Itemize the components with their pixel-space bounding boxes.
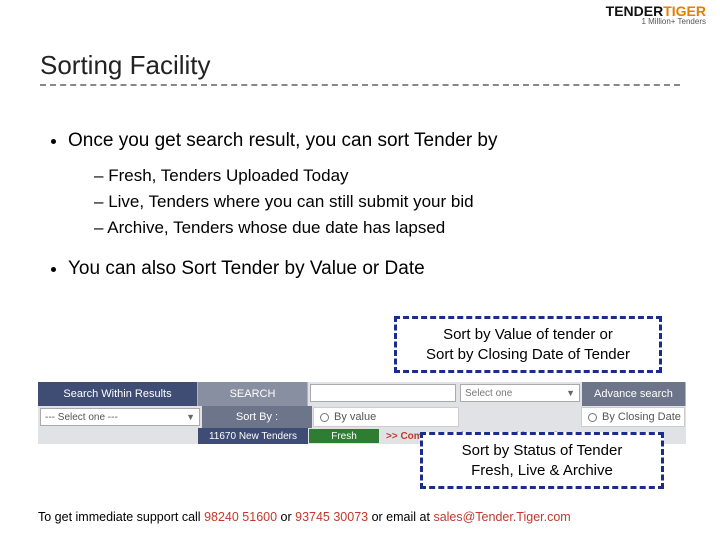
sort-by-value-radio[interactable]: By value xyxy=(313,407,459,427)
footer-or2: or email at xyxy=(368,510,433,524)
callout2-line1: Sort by Status of Tender xyxy=(433,441,651,461)
by-closing-label: By Closing Date xyxy=(602,411,681,423)
brand-logo: TENDERTIGER 1 Million+ Tenders xyxy=(606,4,706,26)
radio-icon xyxy=(320,413,329,422)
footer-support: To get immediate support call 98240 5160… xyxy=(38,510,690,524)
callout-sort-value-date: Sort by Value of tender or Sort by Closi… xyxy=(394,316,662,373)
callout2-line2: Fresh, Live & Archive xyxy=(433,461,651,481)
chevron-down-icon: ▼ xyxy=(186,412,195,422)
title-divider xyxy=(40,84,680,86)
sub-bullet-fresh: Fresh, Tenders Uploaded Today xyxy=(94,166,680,186)
category-select-placeholder: Select one xyxy=(465,388,512,399)
filter-select[interactable]: --- Select one --- ▼ xyxy=(40,408,200,426)
fresh-tab[interactable]: Fresh xyxy=(309,429,379,443)
logo-tagline: 1 Million+ Tenders xyxy=(606,18,706,26)
sub-bullet-archive: Archive, Tenders whose due date has laps… xyxy=(94,218,680,238)
radio-icon xyxy=(588,413,597,422)
phone-1: 98240 51600 xyxy=(204,510,277,524)
footer-pre: To get immediate support call xyxy=(38,510,204,524)
advance-search-link[interactable]: Advance search xyxy=(582,382,686,406)
callout1-line1: Sort by Value of tender or xyxy=(407,325,649,345)
sort-by-closing-date-radio[interactable]: By Closing Date xyxy=(581,407,685,427)
callout-sort-status: Sort by Status of Tender Fresh, Live & A… xyxy=(420,432,664,489)
filter-select-placeholder: --- Select one --- xyxy=(45,412,118,423)
bullet-1-text: Once you get search result, you can sort… xyxy=(68,130,498,151)
tender-count-badge: 11670 New Tenders xyxy=(198,428,308,444)
support-email[interactable]: sales@Tender.Tiger.com xyxy=(433,510,570,524)
phone-2: 93745 30073 xyxy=(295,510,368,524)
main-content: Once you get search result, you can sort… xyxy=(60,130,680,286)
search-label: SEARCH xyxy=(198,382,308,406)
bullet-1: Once you get search result, you can sort… xyxy=(68,130,680,238)
search-within-results-tab[interactable]: Search Within Results xyxy=(38,382,198,406)
sort-by-label: Sort By : xyxy=(202,406,312,428)
chevron-down-icon: ▼ xyxy=(566,388,575,398)
footer-or1: or xyxy=(277,510,295,524)
search-input[interactable] xyxy=(310,384,456,402)
category-select[interactable]: Select one ▼ xyxy=(460,384,580,402)
sub-bullet-live: Live, Tenders where you can still submit… xyxy=(94,192,680,212)
by-value-label: By value xyxy=(334,411,376,423)
page-title: Sorting Facility xyxy=(40,50,211,81)
callout1-line2: Sort by Closing Date of Tender xyxy=(407,345,649,365)
bullet-2: You can also Sort Tender by Value or Dat… xyxy=(68,258,680,280)
